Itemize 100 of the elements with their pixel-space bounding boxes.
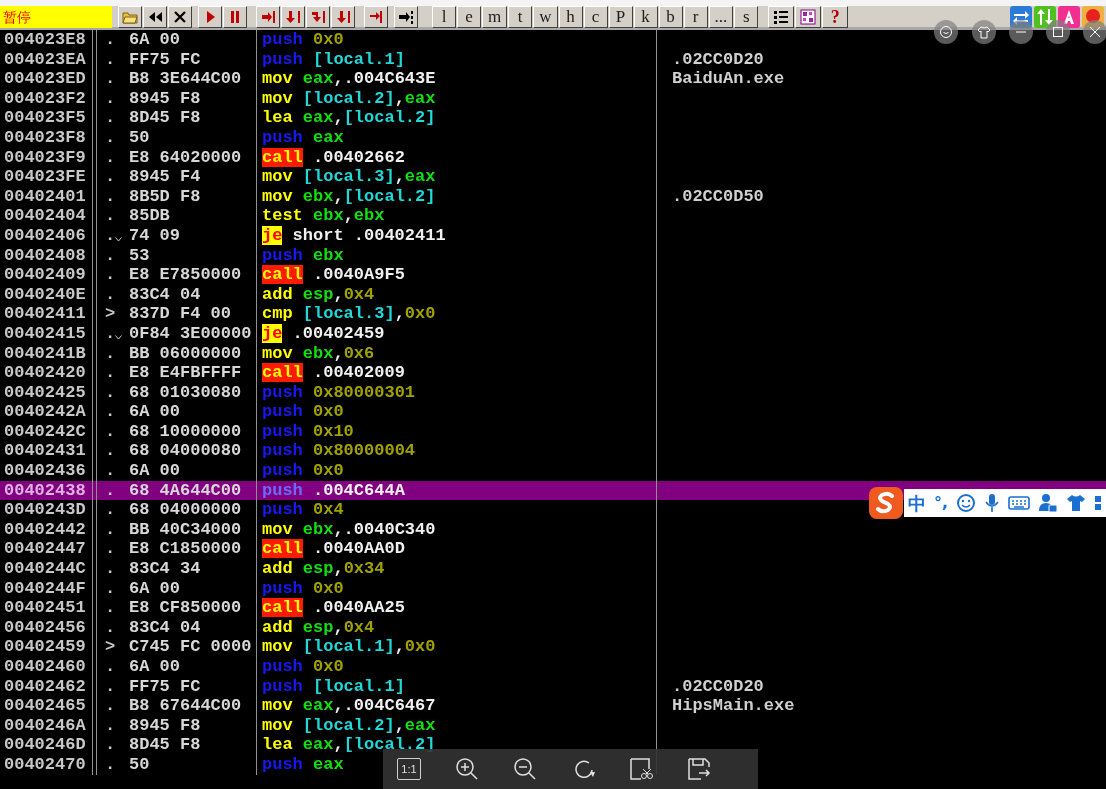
hex-cell: B8 3E644C00 bbox=[129, 69, 242, 89]
window-button[interactable]: c bbox=[583, 5, 608, 28]
play-button[interactable] bbox=[198, 5, 222, 28]
marker: . bbox=[105, 30, 116, 50]
address-cell: 00402431 bbox=[4, 441, 86, 461]
maximize-icon bbox=[1051, 25, 1065, 39]
trace-over-button[interactable] bbox=[331, 5, 355, 28]
pause-button[interactable] bbox=[223, 5, 247, 28]
window-button[interactable]: P bbox=[608, 5, 633, 28]
marker: . bbox=[105, 186, 116, 207]
instruction-cell: je .00402459 bbox=[262, 323, 385, 343]
instruction-cell: mov ebx,.0040C340 bbox=[262, 519, 436, 539]
address-cell: 004023ED bbox=[4, 69, 86, 89]
minimize-button[interactable] bbox=[1009, 20, 1033, 44]
instruction-cell: push 0x4 bbox=[262, 500, 344, 520]
skin-button[interactable] bbox=[972, 20, 996, 44]
step-into-button[interactable] bbox=[256, 5, 280, 28]
window-button[interactable]: s bbox=[734, 5, 759, 28]
window-button[interactable]: e bbox=[457, 5, 481, 28]
marker: > bbox=[105, 637, 116, 657]
hex-cell: E8 E7850000 bbox=[129, 265, 242, 285]
address-cell: 0040242A bbox=[4, 402, 86, 422]
address-cell: 00402415 bbox=[4, 323, 86, 343]
address-cell: 00402456 bbox=[4, 617, 86, 637]
hex-cell: 83C4 04 bbox=[129, 617, 201, 638]
hex-cell: B8 67644C00 bbox=[129, 696, 242, 716]
marker: . bbox=[105, 480, 116, 501]
marker: . bbox=[105, 402, 116, 422]
window-button[interactable]: k bbox=[633, 5, 658, 28]
actual-size-button[interactable]: 1:1 bbox=[397, 758, 421, 780]
hex-cell: 6A 00 bbox=[129, 657, 180, 677]
hex-cell: 8945 F8 bbox=[129, 88, 201, 109]
status-field: 暂停 bbox=[0, 5, 112, 28]
instruction-cell: push 0x80000004 bbox=[262, 441, 416, 461]
hex-cell: 8D45 F8 bbox=[129, 735, 201, 755]
list-button[interactable] bbox=[768, 5, 795, 28]
marker: . bbox=[105, 519, 116, 540]
instruction-cell: test ebx,ebx bbox=[262, 206, 385, 226]
marker: . bbox=[105, 715, 116, 736]
address-cell: 004023E8 bbox=[4, 30, 86, 49]
window-button[interactable]: ... bbox=[708, 5, 734, 28]
hex-cell: 8B5D F8 bbox=[129, 186, 201, 207]
chat-button[interactable] bbox=[934, 20, 958, 44]
address-cell: 00402436 bbox=[4, 461, 86, 481]
instruction-cell: push [local.1] bbox=[262, 676, 405, 696]
hex-cell: 74 09 bbox=[129, 225, 180, 246]
window-button[interactable]: b bbox=[658, 5, 683, 28]
marker: . bbox=[105, 167, 116, 187]
help-button[interactable]: ? bbox=[822, 5, 849, 28]
rewind-button[interactable] bbox=[143, 5, 167, 28]
address-cell: 004023F8 bbox=[4, 127, 86, 147]
maximize-button[interactable] bbox=[1046, 20, 1070, 44]
return-button[interactable] bbox=[364, 5, 388, 28]
marker: . bbox=[105, 421, 116, 442]
instruction-cell: call .0040AA25 bbox=[262, 598, 405, 618]
marker: . bbox=[105, 559, 116, 579]
marker: . bbox=[105, 578, 116, 599]
address-cell: 004023F2 bbox=[4, 88, 86, 108]
marker: . bbox=[105, 363, 116, 383]
run-to-selection-button[interactable] bbox=[394, 5, 418, 28]
address-cell: 0040244F bbox=[4, 578, 86, 598]
instruction-cell: push 0x80000301 bbox=[262, 382, 416, 402]
step-into-icon bbox=[260, 8, 276, 25]
hex-cell: E8 64020000 bbox=[129, 147, 242, 168]
marker: . bbox=[105, 657, 116, 677]
instruction-cell: lea eax,[local.2] bbox=[262, 108, 436, 128]
zoom-in-icon bbox=[455, 757, 479, 781]
address-cell: 00402438 bbox=[4, 480, 86, 500]
address-cell: 00402470 bbox=[4, 754, 86, 774]
grid-icon bbox=[800, 8, 817, 25]
crop-icon bbox=[629, 757, 653, 781]
marker: . bbox=[105, 461, 116, 481]
address-cell: 0040243D bbox=[4, 500, 86, 520]
window-button[interactable]: l bbox=[432, 5, 456, 28]
window-button[interactable]: m bbox=[482, 5, 508, 28]
window-button[interactable]: h bbox=[558, 5, 583, 28]
hex-cell: 68 04000080 bbox=[129, 441, 242, 462]
hex-cell: 68 04000000 bbox=[129, 500, 242, 520]
window-button[interactable]: w bbox=[533, 5, 558, 28]
close-button[interactable] bbox=[1083, 20, 1106, 44]
address-cell: 004023F9 bbox=[4, 147, 86, 167]
window-button[interactable]: t bbox=[508, 5, 533, 28]
marker: . bbox=[105, 382, 116, 403]
hex-cell: 6A 00 bbox=[129, 30, 180, 50]
instruction-cell: call .0040AA0D bbox=[262, 539, 405, 559]
step-over-button[interactable] bbox=[281, 5, 305, 28]
instruction-cell: mov eax,.004C6467 bbox=[262, 696, 436, 716]
marker: . bbox=[105, 735, 116, 755]
close-button[interactable] bbox=[168, 5, 192, 28]
address-cell: 00402420 bbox=[4, 363, 86, 383]
address-cell: 00402411 bbox=[4, 304, 86, 324]
folder-button[interactable] bbox=[118, 5, 142, 28]
marker: . bbox=[105, 754, 116, 775]
marker: . bbox=[105, 88, 116, 109]
options-button[interactable] bbox=[795, 5, 822, 28]
hex-cell: C745 FC 0000 bbox=[129, 637, 252, 657]
window-button[interactable]: r bbox=[683, 5, 708, 28]
address-cell: 004023F5 bbox=[4, 108, 86, 128]
trace-into-button[interactable] bbox=[306, 5, 330, 28]
zoom-out-icon bbox=[513, 757, 537, 781]
